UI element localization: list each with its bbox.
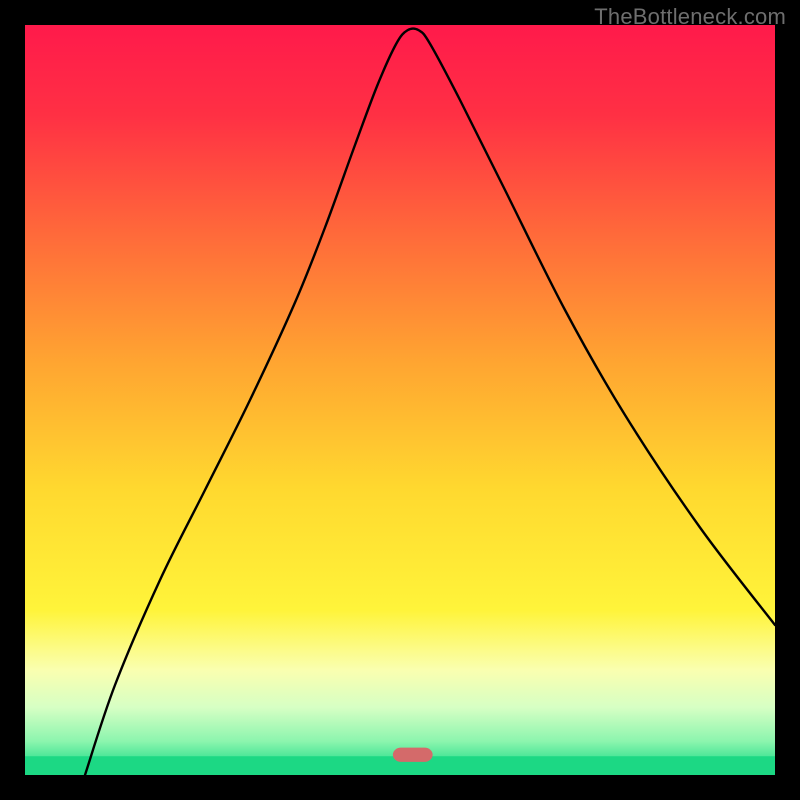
- minimum-marker: [393, 748, 433, 762]
- plot-svg: [25, 25, 775, 775]
- gradient-background: [25, 25, 775, 775]
- watermark-text: TheBottleneck.com: [594, 4, 786, 30]
- plot-area: [25, 25, 775, 775]
- chart-frame: TheBottleneck.com: [0, 0, 800, 800]
